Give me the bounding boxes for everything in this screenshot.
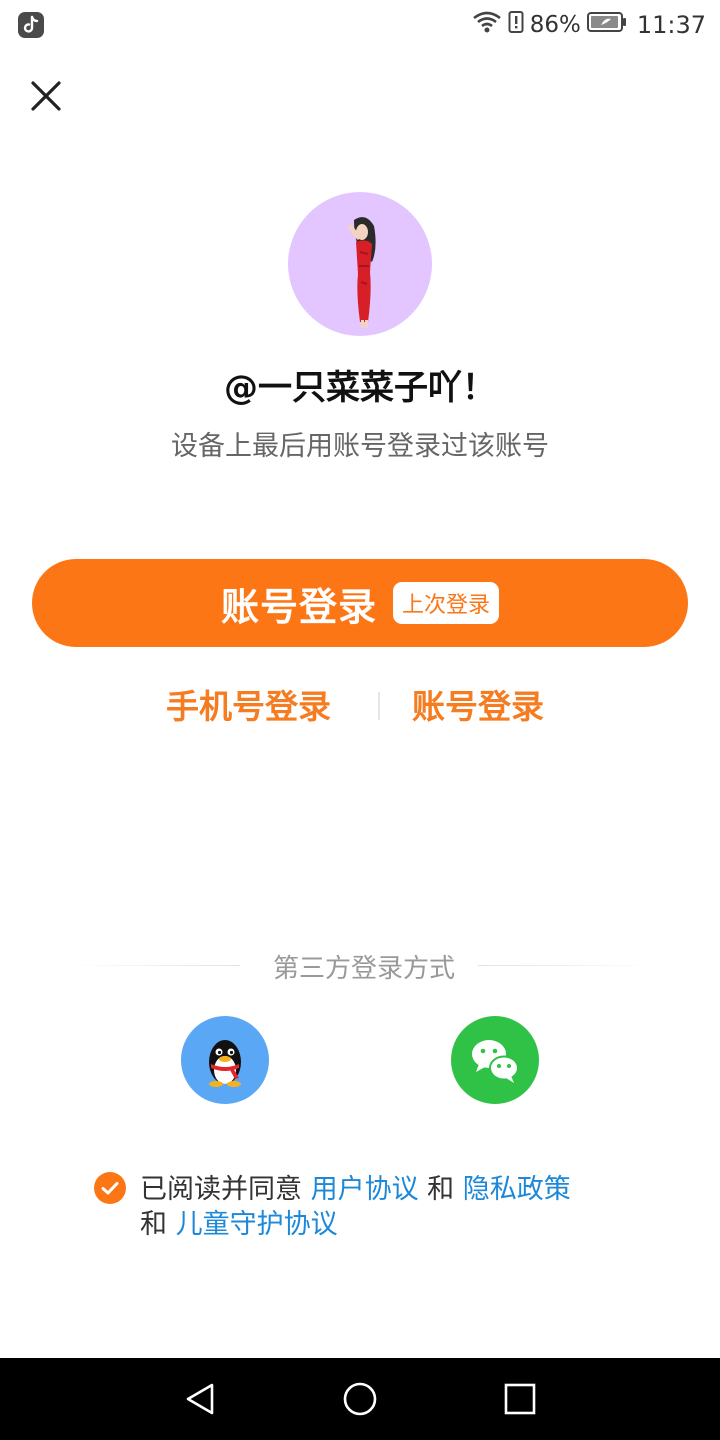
phone-login-link[interactable]: 手机号登录 — [166, 680, 331, 728]
agreement-text: 已阅读并同意 用户协议 和 隐私政策 和 儿童守护协议 — [140, 1172, 590, 1242]
status-indicators: 86% 11:37 — [472, 8, 706, 42]
account-login-label: 账号登录 — [220, 586, 377, 629]
agreement-checkbox[interactable] — [94, 1172, 126, 1204]
third-party-title: 第三方登录方式 — [272, 954, 455, 984]
clock: 11:37 — [636, 11, 706, 39]
wifi-icon — [472, 10, 502, 40]
wechat-icon — [472, 1040, 519, 1083]
divider-line — [478, 965, 658, 966]
status-bar: 86% 11:37 — [0, 0, 720, 50]
privacy-policy-link[interactable]: 隐私政策 — [463, 1174, 571, 1205]
battery-icon — [586, 11, 627, 39]
last-login-badge: 上次登录 — [393, 582, 500, 624]
qq-penguin-icon — [209, 1040, 241, 1087]
tiktok-app-icon — [18, 12, 44, 38]
qq-login-button[interactable] — [181, 1016, 269, 1104]
account-login-button[interactable]: 账号登录 上次登录 — [32, 559, 688, 647]
divider — [378, 692, 380, 720]
close-icon[interactable] — [26, 76, 66, 116]
children-protection-link[interactable]: 儿童守护协议 — [176, 1209, 338, 1240]
agreement-prefix: 已阅读并同意 — [140, 1174, 311, 1205]
home-circle-icon[interactable] — [340, 1379, 380, 1419]
username: @一只菜菜子吖！ — [224, 368, 496, 408]
agreement-and: 和 — [140, 1209, 176, 1240]
alert-icon — [508, 10, 524, 40]
check-circle-icon — [94, 1172, 126, 1204]
agreement-and: 和 — [418, 1174, 463, 1205]
recent-square-icon[interactable] — [500, 1379, 540, 1419]
third-party-header: 第三方登录方式 — [70, 946, 658, 986]
battery-percent: 86% — [529, 12, 581, 38]
avatar — [288, 192, 432, 336]
navigation-bar — [0, 1358, 720, 1440]
alt-login-row: 手机号登录 账号登录 — [0, 680, 720, 732]
wechat-login-button[interactable] — [451, 1016, 539, 1104]
account-login-link[interactable]: 账号登录 — [412, 680, 544, 728]
back-triangle-icon[interactable] — [180, 1379, 220, 1419]
user-agreement-link[interactable]: 用户协议 — [311, 1174, 419, 1205]
last-login-hint: 设备上最后用账号登录过该账号 — [171, 431, 549, 462]
